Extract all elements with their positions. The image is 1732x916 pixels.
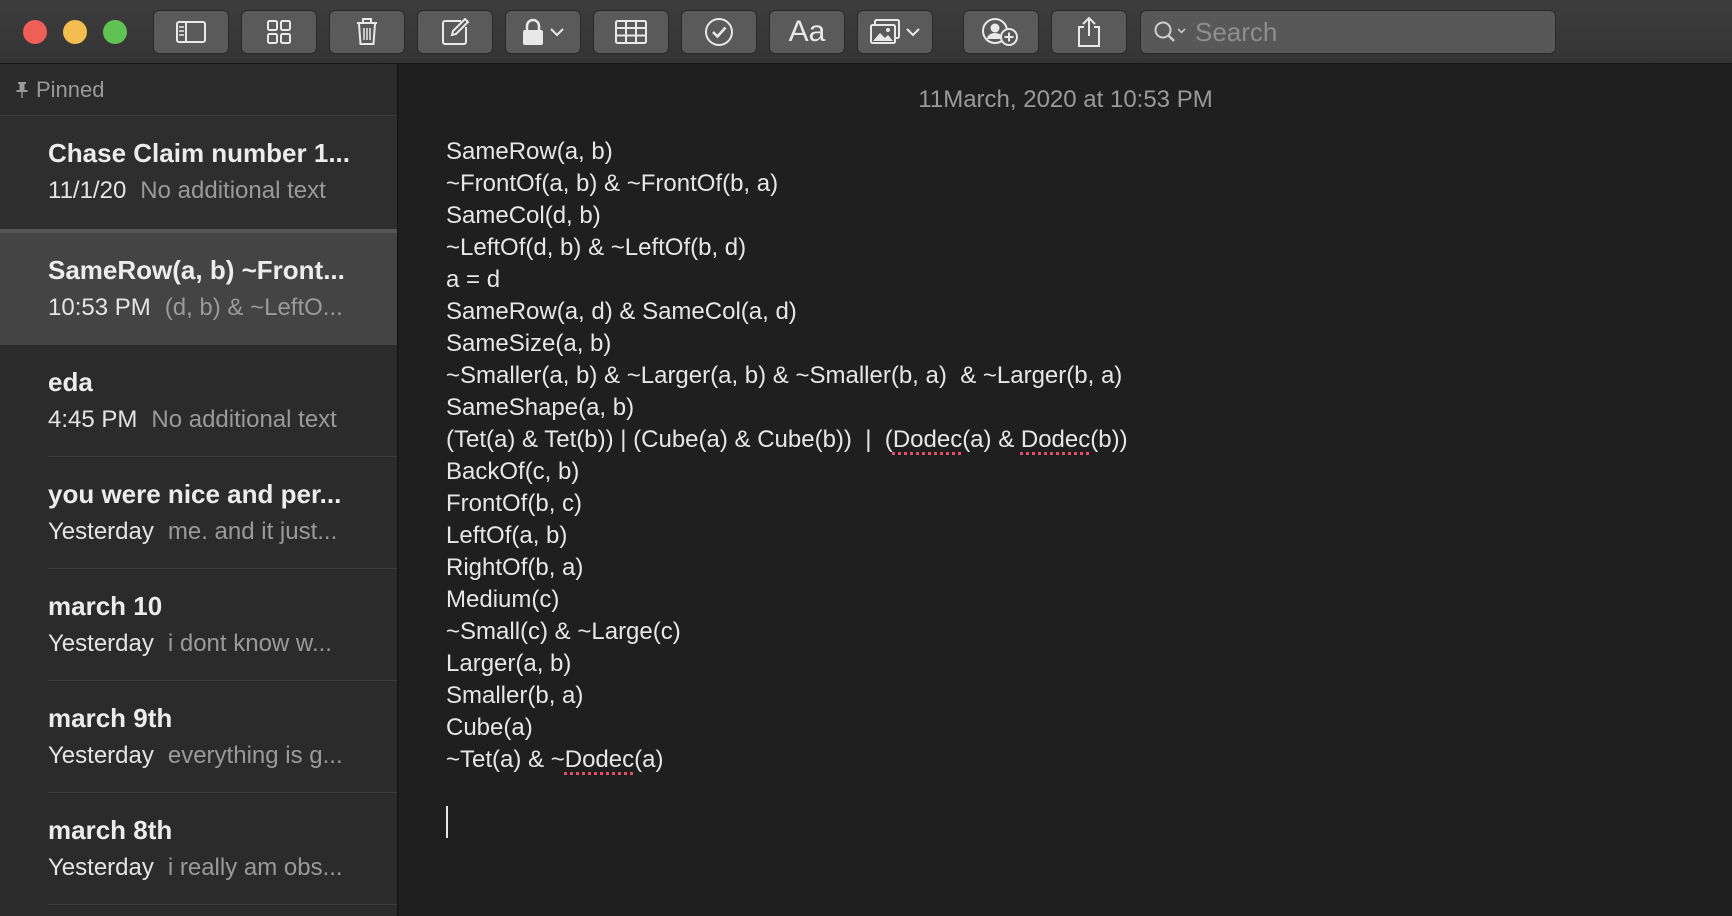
note-preview: everything is g... <box>167 742 343 769</box>
close-window-button[interactable] <box>23 20 47 44</box>
note-preview: i dont know w... <box>167 630 332 657</box>
note-line: SameRow(a, b) <box>446 138 613 165</box>
note-line: ~Tet(a) & ~Dodec(a) <box>446 746 664 773</box>
add-media-button[interactable] <box>857 10 933 54</box>
note-line: FrontOf(b, c) <box>446 490 583 517</box>
lock-note-button[interactable] <box>505 10 581 54</box>
note-line: SameSize(a, b) <box>446 330 612 357</box>
note-list-item[interactable]: march 10 Yesterday i dont know w... <box>0 569 397 681</box>
note-line: Larger(a, b) <box>446 650 572 677</box>
note-list-item[interactable]: march 9th Yesterday everything is g... <box>0 681 397 793</box>
note-title: march 9th <box>48 703 173 733</box>
note-line: Smaller(b, a) <box>446 682 584 709</box>
font-button-label: Aa <box>788 15 826 48</box>
note-list-item-selected[interactable]: SameRow(a, b) ~Front... 10:53 PM (d, b) &… <box>0 229 397 345</box>
toggle-sidebar-button[interactable] <box>153 10 229 54</box>
note-line: SameShape(a, b) <box>446 394 635 421</box>
note-list-item[interactable]: march 8th Yesterday i really am obs... <box>0 793 397 905</box>
note-date: 4:45 PM <box>48 406 138 433</box>
note-date: Yesterday <box>48 742 154 769</box>
grid-icon <box>267 20 291 44</box>
note-line: (Tet(a) & Tet(b)) | (Cube(a) & Cube(b)) … <box>446 426 1128 453</box>
note-preview: No additional text <box>140 177 326 204</box>
note-line: ~LeftOf(d, b) & ~LeftOf(b, d) <box>446 234 747 261</box>
compose-icon <box>442 18 469 45</box>
note-line: RightOf(b, a) <box>446 554 584 581</box>
note-title: march 10 <box>48 591 163 621</box>
minimize-window-button[interactable] <box>63 20 87 44</box>
add-person-icon <box>982 18 1018 46</box>
note-date: Yesterday <box>48 630 154 657</box>
note-line: BackOf(c, b) <box>446 458 580 485</box>
table-icon <box>615 20 647 44</box>
note-title: SameRow(a, b) ~Front... <box>48 255 345 285</box>
note-list-item[interactable]: you were nice and per... Yesterday me. an… <box>0 457 397 569</box>
note-date: Yesterday <box>48 854 154 881</box>
note-preview: No additional text <box>151 406 337 433</box>
zoom-window-button[interactable] <box>103 20 127 44</box>
note-line: Cube(a) <box>446 714 533 741</box>
toolbar: Aa <box>0 0 1732 64</box>
divider <box>48 904 397 905</box>
gallery-view-button[interactable] <box>241 10 317 54</box>
trash-icon <box>357 18 377 45</box>
note-line: SameRow(a, d) & SameCol(a, d) <box>446 298 797 325</box>
pinned-header: Pinned <box>0 64 397 116</box>
note-line: ~FrontOf(a, b) & ~FrontOf(b, a) <box>446 170 779 197</box>
misspelled-word[interactable]: Dodec <box>1021 426 1090 453</box>
pin-icon <box>16 81 28 98</box>
note-line: a = d <box>446 266 501 293</box>
note-date: 11/1/20 <box>48 177 127 204</box>
pinned-label: Pinned <box>36 76 105 102</box>
new-note-button[interactable] <box>417 10 493 54</box>
checklist-button[interactable] <box>681 10 757 54</box>
chevron-down-icon <box>550 28 564 37</box>
table-button[interactable] <box>593 10 669 54</box>
add-people-button[interactable] <box>963 10 1039 54</box>
note-editor[interactable]: 11March, 2020 at 10:53 PM SameRow(a, b) ~… <box>399 64 1732 916</box>
search-box[interactable] <box>1140 10 1556 54</box>
note-line: ~Small(c) & ~Large(c) <box>446 618 681 645</box>
search-input[interactable] <box>1195 16 1515 48</box>
notes-list: Pinned Chase Claim number 1... 11/1/20 No… <box>0 64 398 916</box>
search-icon <box>1154 21 1186 42</box>
note-timestamp: 11March, 2020 at 10:53 PM <box>918 86 1213 113</box>
photos-icon <box>870 19 900 44</box>
format-text-button[interactable]: Aa <box>769 10 845 54</box>
misspelled-word[interactable]: Dodec <box>893 426 962 453</box>
note-date: Yesterday <box>48 518 154 545</box>
note-line: SameCol(d, b) <box>446 202 601 229</box>
misspelled-word[interactable]: Dodec <box>565 746 634 773</box>
note-list-item[interactable]: Chase Claim number 1... 11/1/20 No additi… <box>0 116 397 229</box>
note-preview: (d, b) & ~LeftO... <box>164 294 343 321</box>
chevron-down-icon <box>906 28 920 37</box>
note-line: Medium(c) <box>446 586 560 613</box>
checkmark-circle-icon <box>705 18 733 46</box>
note-preview: i really am obs... <box>167 854 343 881</box>
note-line: ~Smaller(a, b) & ~Larger(a, b) & ~Smalle… <box>446 362 1123 389</box>
note-title: eda <box>48 367 93 397</box>
note-body[interactable]: SameRow(a, b) ~FrontOf(a, b) & ~FrontOf(b… <box>446 136 1128 776</box>
lock-icon <box>523 18 543 45</box>
note-preview: me. and it just... <box>167 518 338 545</box>
note-title: Chase Claim number 1... <box>48 138 350 168</box>
note-list-item[interactable]: eda 4:45 PM No additional text <box>0 345 397 457</box>
note-title: march 8th <box>48 815 173 845</box>
delete-note-button[interactable] <box>329 10 405 54</box>
share-button[interactable] <box>1051 10 1127 54</box>
note-line: LeftOf(a, b) <box>446 522 568 549</box>
note-title: you were nice and per... <box>48 479 342 509</box>
share-icon <box>1078 16 1100 47</box>
sidebar-icon <box>176 21 206 43</box>
note-date: 10:53 PM <box>48 294 151 321</box>
text-cursor <box>446 806 448 838</box>
